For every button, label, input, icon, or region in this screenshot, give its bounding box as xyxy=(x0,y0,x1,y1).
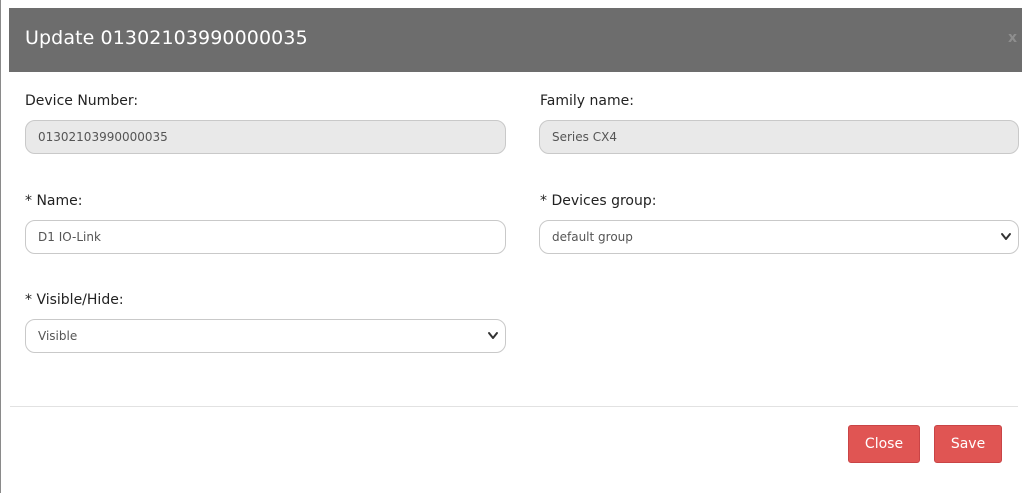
family-name-label: Family name: xyxy=(540,93,634,109)
save-button[interactable]: Save xyxy=(934,425,1002,463)
visible-hide-label: * Visible/Hide: xyxy=(25,292,124,308)
update-device-modal: Update 01302103990000035 x Device Number… xyxy=(0,0,1022,493)
name-input[interactable]: D1 IO-Link xyxy=(25,220,506,254)
visible-hide-select[interactable]: Visible xyxy=(25,319,506,353)
visible-hide-value: Visible xyxy=(38,329,78,343)
devices-group-value: default group xyxy=(552,230,633,244)
devices-group-label: * Devices group: xyxy=(540,193,657,209)
chevron-down-icon xyxy=(488,332,498,339)
family-name-field: Series CX4 xyxy=(539,120,1019,154)
modal-title: Update 01302103990000035 xyxy=(25,27,308,49)
close-button[interactable]: Close xyxy=(848,425,920,463)
device-number-label: Device Number: xyxy=(25,93,139,109)
devices-group-select[interactable]: default group xyxy=(539,220,1019,254)
name-label: * Name: xyxy=(25,193,83,209)
footer-divider xyxy=(10,406,1018,407)
chevron-down-icon xyxy=(1001,233,1011,240)
device-number-field: 01302103990000035 xyxy=(25,120,506,154)
close-icon[interactable]: x xyxy=(1008,30,1017,46)
modal-header: Update 01302103990000035 x xyxy=(9,8,1022,72)
